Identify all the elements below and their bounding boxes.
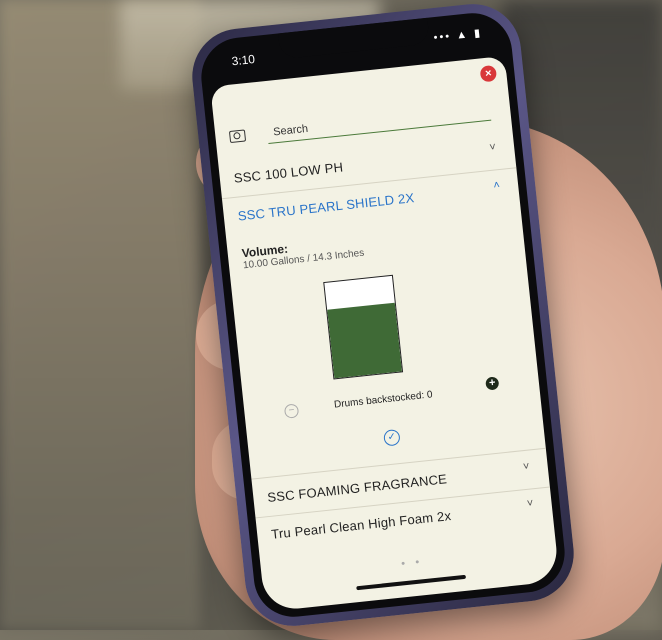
confirm-button[interactable]: ✓	[383, 428, 401, 447]
sheet-handle[interactable]	[342, 56, 370, 63]
status-time: 3:10	[230, 52, 256, 69]
background-shelf	[0, 0, 200, 630]
chevron-up-icon: ˄	[492, 179, 501, 192]
status-icons: ••• ▲ ▮	[433, 27, 483, 45]
drums-backstocked: Drums backstocked: 0	[333, 389, 434, 411]
minus-button[interactable]: −	[283, 403, 300, 419]
home-indicator[interactable]	[356, 574, 467, 591]
notch	[277, 17, 430, 60]
camera-icon[interactable]	[228, 129, 247, 144]
product-name: Tru Pearl Clean High Foam 2x	[270, 508, 452, 542]
phone-screen: 3:10 ••• ▲ ▮ × SSC 100 LOW PH ˅ SSC TRU …	[197, 9, 569, 621]
product-detail: Volume: 10.00 Gallons / 14.3 Inches − Dr…	[226, 203, 545, 471]
tank-gauge	[323, 274, 404, 380]
page-dots: ● ●	[400, 558, 424, 568]
product-sheet: × SSC 100 LOW PH ˅ SSC TRU PEARL SHIELD …	[210, 55, 560, 612]
phone: 3:10 ••• ▲ ▮ × SSC 100 LOW PH ˅ SSC TRU …	[187, 0, 579, 631]
plus-button[interactable]: +	[485, 376, 500, 391]
chevron-down-icon: ˅	[488, 141, 497, 154]
product-name: SSC 100 LOW PH	[233, 159, 344, 186]
chevron-down-icon: ˅	[522, 460, 531, 474]
tank-fill	[327, 302, 402, 379]
close-button[interactable]: ×	[479, 64, 498, 83]
chevron-down-icon: ˅	[526, 497, 535, 510]
